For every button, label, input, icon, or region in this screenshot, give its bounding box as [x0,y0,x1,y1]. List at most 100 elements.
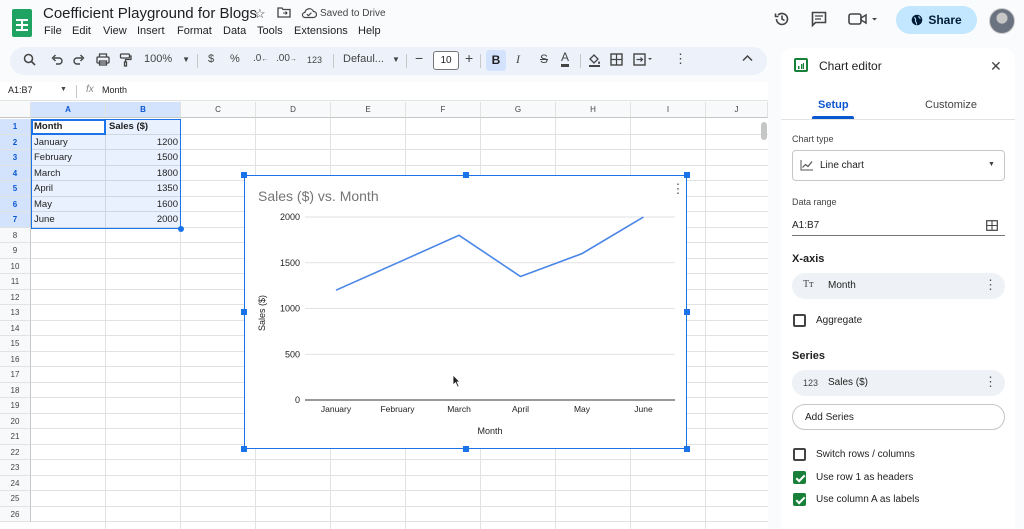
add-series-button[interactable]: Add Series [792,404,1005,430]
tab-customize[interactable]: Customize [925,99,977,111]
italic-button[interactable]: I [516,52,520,67]
column-header-a[interactable]: A [31,102,106,118]
use-colA-labels-checkbox[interactable] [793,493,806,506]
cell-A1[interactable]: Month [31,119,106,134]
x-axis-chip[interactable]: Tт Month ⋮ [792,273,1005,299]
number-format-button[interactable]: 123 [307,55,322,65]
use-row1-headers-checkbox[interactable] [793,471,806,484]
menu-file[interactable]: File [44,25,62,37]
menu-tools[interactable]: Tools [257,25,283,37]
cell-B3[interactable]: 1500 [106,150,181,165]
more-vert-icon[interactable]: ⋮ [984,374,997,390]
cell-B6[interactable]: 1600 [106,197,181,212]
undo-icon[interactable] [50,53,63,69]
document-title[interactable]: Coefficient Playground for Blogs [43,5,257,22]
row-header-8[interactable]: 8 [0,227,31,243]
menu-extensions[interactable]: Extensions [294,25,348,37]
data-range-input[interactable]: A1:B7 [792,220,819,231]
corner-select-all[interactable] [0,102,31,118]
text-color-button[interactable]: A [561,50,569,64]
row-header-17[interactable]: 17 [0,367,31,383]
font-select[interactable]: Defaul... ▼ [343,53,400,65]
column-header-j[interactable]: J [706,102,768,118]
increase-decimal-button[interactable]: .00→ [276,53,297,64]
row-header-24[interactable]: 24 [0,475,31,491]
menu-view[interactable]: View [103,25,127,37]
menu-help[interactable]: Help [358,25,381,37]
percent-format-button[interactable]: % [230,53,240,65]
formula-input[interactable]: Month [102,85,127,95]
chevron-down-icon[interactable]: ▼ [60,86,67,93]
merge-cells-icon[interactable] [633,53,653,69]
column-header-b[interactable]: B [106,102,181,118]
row-header-20[interactable]: 20 [0,413,31,429]
chart-menu-icon[interactable]: ⋮ [672,181,685,196]
select-range-icon[interactable] [986,220,998,231]
cell-B7[interactable]: 2000 [106,212,181,227]
resize-handle-nw[interactable] [241,172,247,178]
cell-A5[interactable]: April [31,181,106,196]
row-header-26[interactable]: 26 [0,506,31,522]
row-header-16[interactable]: 16 [0,351,31,367]
row-header-13[interactable]: 13 [0,305,31,321]
zoom-select[interactable]: 100% ▼ [144,53,190,65]
row-header-19[interactable]: 19 [0,398,31,414]
cell-B4[interactable]: 1800 [106,166,181,181]
row-header-2[interactable]: 2 [0,134,31,150]
column-header-g[interactable]: G [481,102,556,118]
more-options-icon[interactable]: ⋮ [674,51,687,67]
row-header-15[interactable]: 15 [0,336,31,352]
cell-A2[interactable]: January [31,135,106,150]
strikethrough-button[interactable]: S [540,52,548,66]
resize-handle-ne[interactable] [684,172,690,178]
switch-rows-columns-checkbox[interactable] [793,448,806,461]
fill-color-icon[interactable] [588,53,601,70]
chart-object[interactable]: Sales ($) vs. Month 0 500 1000 1500 2000 Jan… [244,175,687,449]
vertical-scrollbar[interactable] [761,122,767,140]
search-menus-icon[interactable] [23,53,36,69]
paint-format-icon[interactable] [119,53,132,70]
collapse-toolbar-icon[interactable] [742,53,753,65]
more-vert-icon[interactable]: ⋮ [984,277,997,293]
decrease-font-size-button[interactable]: − [415,50,423,66]
cell-B1[interactable]: Sales ($) [106,119,181,134]
close-icon[interactable]: ✕ [990,58,1002,75]
font-size-input[interactable]: 10 [433,51,459,70]
row-header-25[interactable]: 25 [0,491,31,507]
row-header-3[interactable]: 3 [0,150,31,166]
row-header-18[interactable]: 18 [0,382,31,398]
comments-icon[interactable] [810,10,828,33]
row-header-11[interactable]: 11 [0,274,31,290]
menu-format[interactable]: Format [177,25,212,37]
name-box[interactable]: A1:B7 [8,85,33,95]
resize-handle-n[interactable] [463,172,469,178]
chart-type-dropdown[interactable]: Line chart ▼ [792,150,1005,181]
resize-handle-s[interactable] [463,446,469,452]
row-header-12[interactable]: 12 [0,289,31,305]
cell-A6[interactable]: May [31,197,106,212]
redo-icon[interactable] [73,53,86,69]
column-header-f[interactable]: F [406,102,481,118]
row-header-4[interactable]: 4 [0,165,31,181]
version-history-icon[interactable] [773,10,791,33]
column-header-d[interactable]: D [256,102,331,118]
cloud-saved-icon[interactable] [301,7,318,22]
row-header-7[interactable]: 7 [0,212,31,228]
row-header-5[interactable]: 5 [0,181,31,197]
share-button[interactable]: Share [896,6,977,34]
menu-data[interactable]: Data [223,25,246,37]
cell-B2[interactable]: 1200 [106,135,181,150]
resize-handle-sw[interactable] [241,446,247,452]
row-header-23[interactable]: 23 [0,460,31,476]
currency-format-button[interactable]: $ [208,53,214,65]
bold-button[interactable]: B [486,50,506,71]
row-header-21[interactable]: 21 [0,429,31,445]
row-header-6[interactable]: 6 [0,196,31,212]
row-header-14[interactable]: 14 [0,320,31,336]
cell-A3[interactable]: February [31,150,106,165]
column-header-c[interactable]: C [181,102,256,118]
resize-handle-e[interactable] [684,309,690,315]
fill-handle[interactable] [178,226,184,232]
cell-B5[interactable]: 1350 [106,181,181,196]
meet-icon[interactable] [848,10,878,33]
